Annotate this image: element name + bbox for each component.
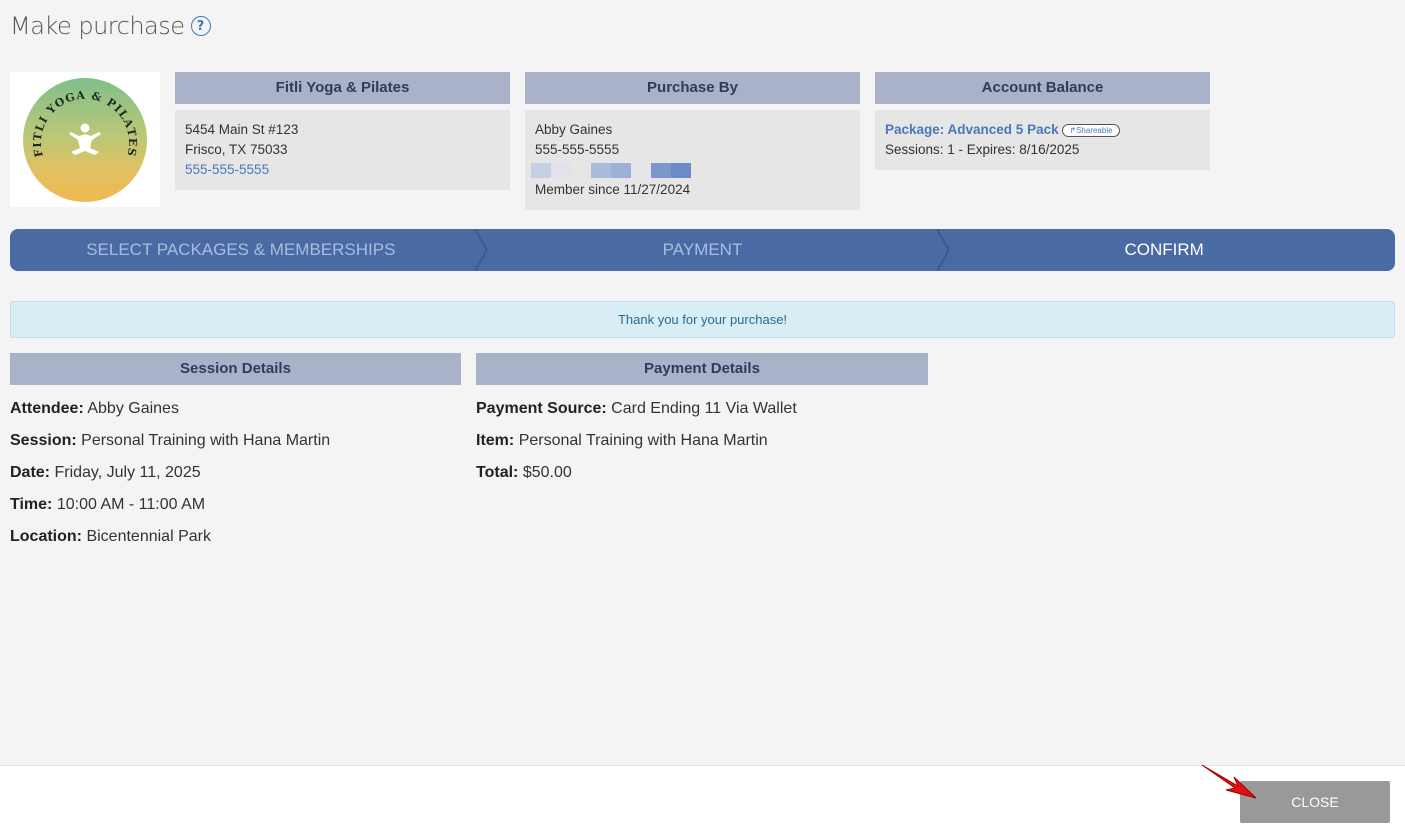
purchaser-card: Purchase By Abby Gaines 555-555-5555 Mem… — [525, 72, 860, 210]
question-circle-icon[interactable]: ? — [190, 16, 211, 36]
detail-session: Session: Personal Training with Hana Mar… — [10, 432, 331, 449]
detail-payment-source: Payment Source: Card Ending 11 Via Walle… — [476, 400, 797, 417]
purchaser-phone: 555-555-5555 — [535, 142, 620, 157]
close-button[interactable]: CLOSE — [1240, 781, 1390, 823]
detail-total: Total: $50.00 — [476, 464, 572, 481]
detail-item: Item: Personal Training with Hana Martin — [476, 432, 768, 449]
package-link[interactable]: Package: Advanced 5 Pack — [885, 122, 1059, 137]
payment-details-header: Payment Details — [476, 353, 928, 385]
redacted-contact — [531, 160, 850, 180]
member-since: Member since 11/27/2024 — [535, 182, 691, 197]
detail-attendee: Attendee: Abby Gaines — [10, 400, 179, 417]
step-payment: PAYMENT — [662, 240, 743, 259]
business-header: Fitli Yoga & Pilates — [175, 72, 510, 104]
shareable-badge: ↱Shareable — [1062, 123, 1120, 137]
business-phone-link[interactable]: 555-555-5555 — [185, 160, 500, 180]
session-details-header: Session Details — [10, 353, 461, 385]
logo-circle: FITLI YOGA & PILATES — [23, 77, 147, 202]
purchaser-name: Abby Gaines — [535, 122, 613, 137]
balance-card: Account Balance Package: Advanced 5 Pack… — [875, 72, 1210, 170]
business-logo: FITLI YOGA & PILATES — [10, 72, 160, 207]
dialog-title: Make purchase — [10, 12, 185, 40]
business-card: Fitli Yoga & Pilates 5454 Main St #123 F… — [175, 72, 510, 190]
step-select-packages: SELECT PACKAGES & MEMBERSHIPS — [86, 240, 396, 259]
dialog-title-row: Make purchase ? — [10, 12, 211, 40]
business-address-line2: Frisco, TX 75033 — [185, 142, 288, 157]
success-alert: Thank you for your purchase! — [10, 301, 1395, 338]
detail-time: Time: 10:00 AM - 11:00 AM — [10, 496, 206, 513]
detail-date: Date: Friday, July 11, 2025 — [10, 464, 201, 481]
payment-details: Payment Details Payment Source: Card End… — [476, 353, 928, 489]
package-sessions: Sessions: 1 - Expires: 8/16/2025 — [885, 142, 1080, 157]
step-separator-icon — [937, 229, 949, 271]
purchaser-body: Abby Gaines 555-555-5555 Member since 11… — [525, 110, 860, 210]
red-arrow-icon — [1201, 764, 1257, 799]
purchase-steps: SELECT PACKAGES & MEMBERSHIPS PAYMENT CO… — [10, 229, 1395, 271]
balance-body: Package: Advanced 5 Pack ↱Shareable Sess… — [875, 110, 1210, 170]
detail-location: Location: Bicentennial Park — [10, 528, 211, 545]
meditation-figure-icon — [69, 123, 101, 155]
session-details: Session Details Attendee: Abby Gaines Se… — [10, 353, 461, 553]
step-confirm: CONFIRM — [1124, 240, 1204, 259]
business-body: 5454 Main St #123 Frisco, TX 75033 555-5… — [175, 110, 510, 190]
balance-header: Account Balance — [875, 72, 1210, 104]
business-address-line1: 5454 Main St #123 — [185, 122, 299, 137]
dialog-footer — [0, 765, 1405, 835]
logo-graphic: FITLI YOGA & PILATES — [31, 88, 138, 158]
step-separator-icon — [475, 229, 487, 271]
purchaser-header: Purchase By — [525, 72, 860, 104]
